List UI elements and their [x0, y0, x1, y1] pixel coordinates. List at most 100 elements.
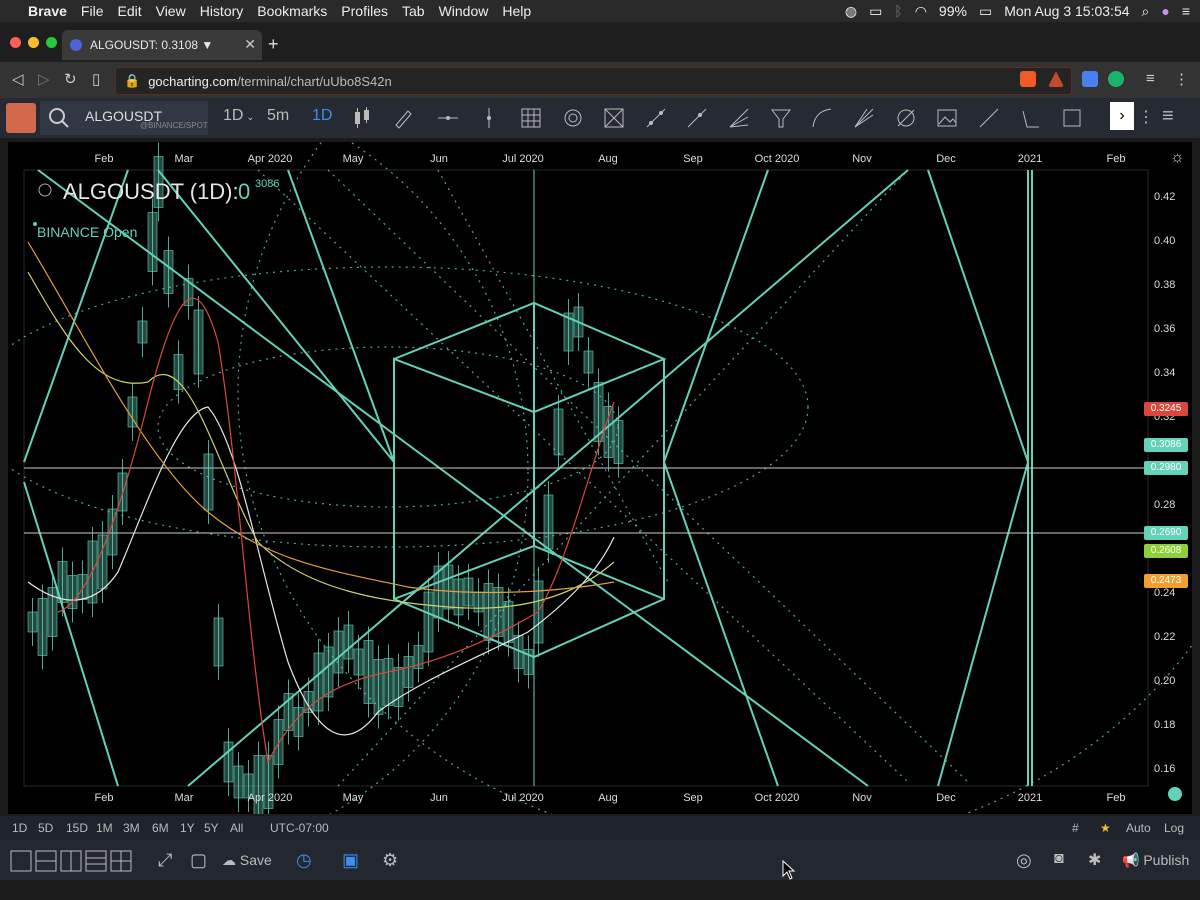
- ray-icon[interactable]: [686, 107, 708, 129]
- settings-icon[interactable]: ⚙: [382, 850, 398, 871]
- line-segment-icon[interactable]: [978, 107, 1000, 129]
- control-center-icon[interactable]: ≡: [1182, 3, 1190, 19]
- bluetooth-icon[interactable]: ᛒ: [894, 3, 902, 19]
- menu-history[interactable]: History: [200, 3, 244, 19]
- range-6m[interactable]: 6M: [152, 821, 169, 835]
- layout-options[interactable]: [10, 850, 134, 872]
- image-icon[interactable]: [936, 107, 958, 129]
- grid-tool-icon[interactable]: [520, 107, 542, 129]
- candlestick-type-icon[interactable]: [352, 107, 374, 129]
- reading-list-icon[interactable]: ≡: [1146, 70, 1155, 87]
- fib-fan-icon[interactable]: [728, 107, 750, 129]
- menu-window[interactable]: Window: [439, 3, 489, 19]
- reload-icon[interactable]: ↻: [64, 70, 77, 88]
- menu-view[interactable]: View: [156, 3, 186, 19]
- fib-spiral-icon[interactable]: [562, 107, 584, 129]
- horizontal-line-icon[interactable]: [437, 107, 459, 129]
- menu-bookmarks[interactable]: Bookmarks: [257, 3, 327, 19]
- settings-gear-icon[interactable]: ☼: [1170, 149, 1185, 166]
- grid-toggle-icon[interactable]: #: [1072, 821, 1079, 835]
- alert-clock-icon[interactable]: ◷: [296, 850, 312, 871]
- save-button[interactable]: ☁ Save: [222, 852, 272, 869]
- hamburger-menu-icon[interactable]: ≡: [1162, 105, 1174, 128]
- rectangle-icon[interactable]: [1061, 107, 1083, 129]
- snapshot-icon[interactable]: ▢: [190, 850, 207, 871]
- publish-button[interactable]: 📢 Publish: [1122, 852, 1189, 869]
- menu-help[interactable]: Help: [502, 3, 531, 19]
- auto-scale-toggle[interactable]: Auto: [1126, 821, 1151, 835]
- close-window-button[interactable]: [10, 37, 21, 48]
- menu-edit[interactable]: Edit: [117, 3, 141, 19]
- y-axis-label: 0.38: [1154, 279, 1175, 291]
- y-axis-label: 0.40: [1154, 235, 1175, 247]
- siri-icon[interactable]: ●: [1161, 3, 1169, 19]
- scroll-to-end-icon[interactable]: [1168, 787, 1182, 801]
- more-tools-icon[interactable]: ⋮: [1138, 107, 1154, 127]
- timeframe-5m[interactable]: 5m: [267, 107, 289, 125]
- translate-extension-icon[interactable]: [1082, 71, 1098, 87]
- layout-bar: ⤢ ▢ ☁ Save ◷ ▣ ⚙ ◎ ◙ ✱ 📢 Publish: [0, 840, 1200, 880]
- gocharting-logo[interactable]: [6, 103, 36, 133]
- timeframe-1d[interactable]: 1D: [312, 107, 332, 125]
- range-3m[interactable]: 3M: [123, 821, 140, 835]
- wifi-icon[interactable]: ◠: [915, 3, 927, 20]
- bookmark-icon[interactable]: ▯: [92, 70, 100, 88]
- search-icon[interactable]: [48, 107, 70, 129]
- window-controls: [10, 37, 57, 48]
- favicon-icon: [70, 39, 82, 51]
- publish-label: Publish: [1143, 852, 1190, 868]
- gann-box-icon[interactable]: [603, 107, 625, 129]
- fullscreen-icon[interactable]: ⤢: [158, 850, 172, 871]
- timezone[interactable]: UTC-07:00: [270, 821, 329, 835]
- app-name-menu[interactable]: Brave: [28, 3, 67, 19]
- help-lifebuoy-icon[interactable]: ◎: [1016, 850, 1032, 871]
- creative-cloud-icon[interactable]: ◍: [845, 3, 857, 20]
- back-icon[interactable]: ◁: [12, 70, 24, 88]
- pencil-icon[interactable]: [392, 107, 414, 129]
- range-1m[interactable]: 1M: [96, 821, 113, 835]
- close-tab-icon[interactable]: ✕: [244, 36, 256, 53]
- forward-icon[interactable]: ▷: [38, 70, 50, 88]
- add-chart-icon[interactable]: ▣: [342, 850, 359, 871]
- chart-canvas[interactable]: Feb Mar Apr 2020 May Jun Jul 2020 Aug Sep Oct 20…: [8, 142, 1192, 814]
- chart-area[interactable]: Feb Mar Apr 2020 May Jun Jul 2020 Aug Sep Oct 20…: [8, 142, 1192, 814]
- interval-dropdown[interactable]: 1D ⌄: [223, 107, 255, 125]
- menu-tab[interactable]: Tab: [402, 3, 425, 19]
- range-all[interactable]: All: [230, 821, 243, 835]
- x-label-bottom: Feb: [1107, 792, 1126, 804]
- range-1y[interactable]: 1Y: [180, 821, 195, 835]
- range-5y[interactable]: 5Y: [204, 821, 219, 835]
- filter-icon[interactable]: [770, 107, 792, 129]
- y-axis-label: 0.20: [1154, 675, 1175, 687]
- address-bar[interactable]: 🔒 gocharting.com/terminal/chart/uUbo8S42…: [115, 67, 1072, 95]
- triangle-icon[interactable]: [1019, 107, 1041, 129]
- chevron-right-icon[interactable]: ›: [1110, 102, 1134, 130]
- browser-tab[interactable]: ALGOUSDT: 0.3108 ▼ ✕: [62, 30, 262, 60]
- curve-icon[interactable]: [811, 107, 833, 129]
- range-5d[interactable]: 5D: [38, 821, 53, 835]
- log-scale-toggle[interactable]: Log: [1164, 821, 1184, 835]
- grammarly-extension-icon[interactable]: [1108, 71, 1124, 87]
- minimize-window-button[interactable]: [28, 37, 39, 48]
- star-icon[interactable]: ★: [1100, 821, 1111, 835]
- menu-profiles[interactable]: Profiles: [341, 3, 388, 19]
- pitchfork-icon[interactable]: [853, 107, 875, 129]
- spotlight-icon[interactable]: ⌕: [1142, 3, 1150, 20]
- vertical-line-icon[interactable]: [478, 107, 500, 129]
- range-15d[interactable]: 15D: [66, 821, 88, 835]
- range-1d[interactable]: 1D: [12, 821, 27, 835]
- browser-menu-icon[interactable]: ⋮: [1174, 70, 1189, 88]
- zoom-out-icon[interactable]: [38, 183, 52, 197]
- speed-fan-icon[interactable]: [895, 107, 917, 129]
- brave-shields-icon[interactable]: [1020, 71, 1036, 87]
- discord-icon[interactable]: ◙: [1054, 850, 1064, 868]
- bug-report-icon[interactable]: ✱: [1088, 850, 1101, 870]
- display-icon[interactable]: ▭: [869, 3, 882, 20]
- menu-file[interactable]: File: [81, 3, 104, 19]
- trend-line-icon[interactable]: [645, 107, 667, 129]
- clock[interactable]: Mon Aug 3 15:03:54: [1004, 3, 1129, 19]
- new-tab-button[interactable]: +: [268, 34, 279, 55]
- battery-icon[interactable]: ▭: [979, 3, 992, 20]
- zoom-window-button[interactable]: [46, 37, 57, 48]
- url-path: /terminal/chart/uUbo8S42n: [237, 73, 392, 89]
